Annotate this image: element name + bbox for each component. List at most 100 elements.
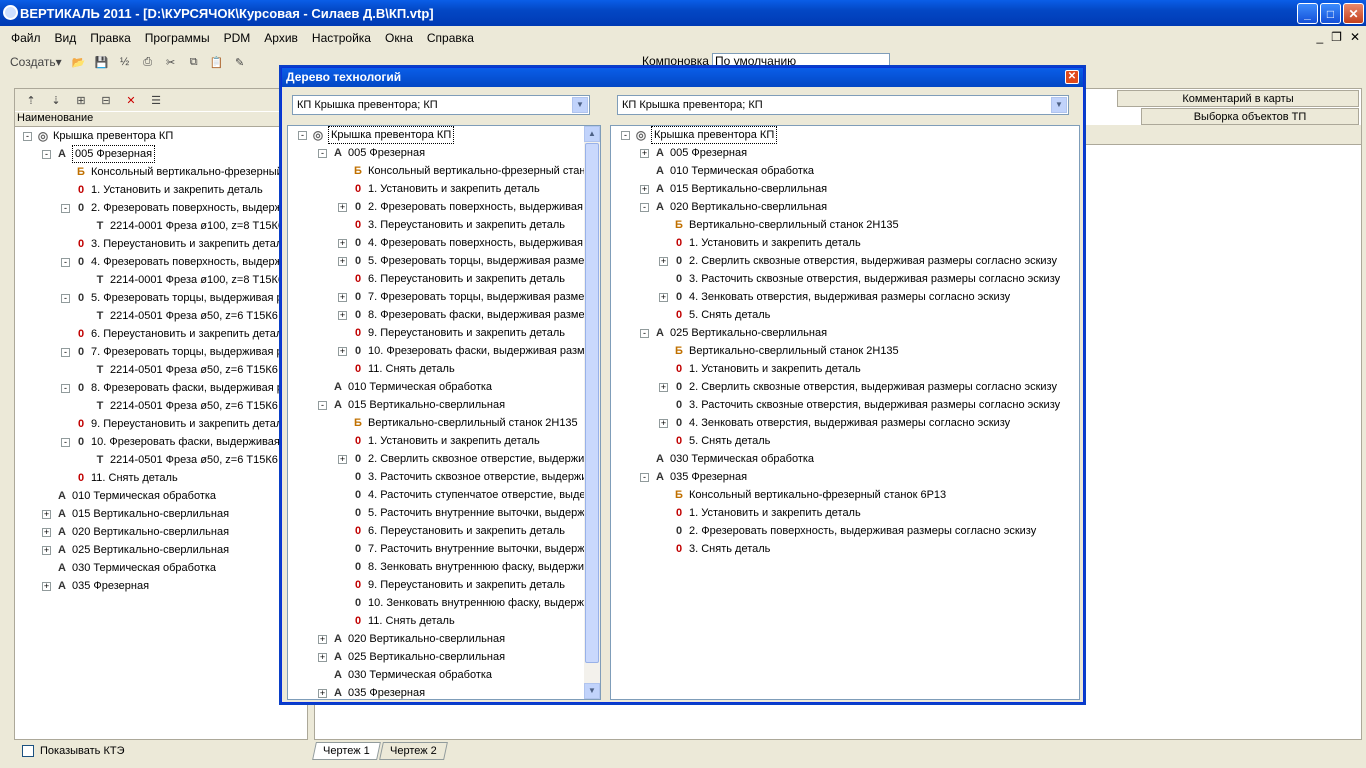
numbering-icon[interactable]: ½ xyxy=(115,53,135,71)
expand-icon[interactable]: + xyxy=(42,528,51,537)
tree-node[interactable]: - ◎ Крышка превентора КП xyxy=(288,126,584,144)
collapse-icon[interactable]: - xyxy=(61,258,70,267)
collapse-icon[interactable]: - xyxy=(61,348,70,357)
chevron-down-icon[interactable]: ▼ xyxy=(572,97,588,113)
tree-node[interactable]: A 030 Термическая обработка xyxy=(15,559,307,577)
collapse-icon[interactable]: - xyxy=(640,203,649,212)
tree-node[interactable]: T 2214-0001 Фреза ø100, z=8 Т15К6 xyxy=(15,217,307,235)
tree-node[interactable]: +0 2. Сверлить сквозное отверстие, выдерж… xyxy=(288,450,584,468)
expand-icon[interactable]: + xyxy=(640,149,649,158)
scroll-thumb[interactable] xyxy=(585,143,599,663)
edit-icon[interactable]: ✎ xyxy=(230,53,250,71)
tree-node[interactable]: 0 3. Расточить сквозные отверстия, выдерж… xyxy=(611,270,1079,288)
show-kte-checkbox[interactable] xyxy=(22,745,34,757)
tree-node[interactable]: 0 10. Зенковать внутреннюю фаску, выдержи… xyxy=(288,594,584,612)
tree-node[interactable]: + A 025 Вертикально-сверлильная xyxy=(15,541,307,559)
tree-node[interactable]: 0 9. Переустановить и закрепить деталь xyxy=(15,415,307,433)
save-icon[interactable]: 💾 xyxy=(92,53,112,71)
tab-selection[interactable]: Выборка объектов ТП xyxy=(1141,108,1359,125)
collapse-icon[interactable]: - xyxy=(318,149,327,158)
tree-node[interactable]: 0 6. Переустановить и закрепить деталь xyxy=(288,522,584,540)
tree-node[interactable]: Б Вертикально-сверлильный станок 2Н135 xyxy=(611,342,1079,360)
collapse-icon[interactable]: - xyxy=(23,132,32,141)
tree-node[interactable]: 0 1. Установить и закрепить деталь xyxy=(15,181,307,199)
tree-node[interactable]: + A 005 Фрезерная xyxy=(611,144,1079,162)
tree-node[interactable]: - A 025 Вертикально-сверлильная xyxy=(611,324,1079,342)
cut-icon[interactable]: ✂ xyxy=(161,53,181,71)
menu-help[interactable]: Справка xyxy=(420,31,481,45)
menu-settings[interactable]: Настройка xyxy=(305,31,378,45)
expand-icon[interactable]: + xyxy=(338,311,347,320)
tree-node[interactable]: 0 2. Фрезеровать поверхность, выдерживая … xyxy=(611,522,1079,540)
collapse-icon[interactable]: - xyxy=(61,438,70,447)
tree-node[interactable]: +0 8. Фрезеровать фаски, выдерживая разме… xyxy=(288,306,584,324)
left-tree-scrollbar[interactable]: ▲ ▼ xyxy=(584,126,600,699)
tree-node[interactable]: +0 2. Фрезеровать поверхность, выдерживая… xyxy=(288,198,584,216)
tree-node[interactable]: +0 4. Зенковать отверстия, выдерживая раз… xyxy=(611,414,1079,432)
open-icon[interactable]: 📂 xyxy=(69,53,89,71)
tree-node[interactable]: T 2214-0501 Фреза ø50, z=6 Т15К6 xyxy=(15,397,307,415)
tree-node[interactable]: T 2214-0501 Фреза ø50, z=6 Т15К6 xyxy=(15,361,307,379)
expand-icon[interactable]: + xyxy=(42,510,51,519)
collapse-icon[interactable]: - xyxy=(621,131,630,140)
collapse-icon[interactable]: - xyxy=(640,473,649,482)
tree-node[interactable]: - A 005 Фрезерная xyxy=(15,145,307,163)
expand-icon[interactable]: + xyxy=(338,347,347,356)
right-process-combo[interactable]: КП Крышка превентора; КП ▼ xyxy=(617,95,1069,115)
tree-node[interactable]: 0 11. Снять деталь xyxy=(15,469,307,487)
expand-icon[interactable]: + xyxy=(659,293,668,302)
tree-node[interactable]: + A 015 Вертикально-сверлильная xyxy=(611,180,1079,198)
menu-file[interactable]: Файл xyxy=(4,31,48,45)
menu-archive[interactable]: Архив xyxy=(257,31,305,45)
mdi-minimize-button[interactable]: _ xyxy=(1316,30,1323,44)
tree-node[interactable]: 0 1. Установить и закрепить деталь xyxy=(288,180,584,198)
tree-node[interactable]: - A 005 Фрезерная xyxy=(288,144,584,162)
move-up-icon[interactable]: ⇡ xyxy=(21,91,41,109)
collapse-icon[interactable]: - xyxy=(298,131,307,140)
dialog-close-button[interactable]: ✕ xyxy=(1065,70,1079,84)
tree-node[interactable]: T 2214-0501 Фреза ø50, z=6 Т15К6 xyxy=(15,451,307,469)
tree-node[interactable]: 0 1. Установить и закрепить деталь xyxy=(611,234,1079,252)
tree-node[interactable]: +0 10. Фрезеровать фаски, выдерживая разм… xyxy=(288,342,584,360)
left-process-combo[interactable]: КП Крышка превентора; КП ▼ xyxy=(292,95,590,115)
tree-node[interactable]: 0 8. Зенковать внутреннюю фаску, выдержив… xyxy=(288,558,584,576)
move-down-icon[interactable]: ⇣ xyxy=(46,91,66,109)
tree-node[interactable]: - ◎ Крышка превентора КП xyxy=(611,126,1079,144)
tree-node[interactable]: 0 5. Снять деталь xyxy=(611,306,1079,324)
tree-node[interactable]: -0 10. Фрезеровать фаски, выдерживая разм… xyxy=(15,433,307,451)
expand-icon[interactable]: + xyxy=(338,203,347,212)
tree-node[interactable]: - ◎ Крышка превентора КП xyxy=(15,127,307,145)
expand-icon[interactable]: + xyxy=(659,419,668,428)
expand-icon[interactable]: + xyxy=(42,582,51,591)
tree-node[interactable]: 0 11. Снять деталь xyxy=(288,360,584,378)
expand-icon[interactable]: + xyxy=(338,455,347,464)
tree-node[interactable]: + A 020 Вертикально-сверлильная xyxy=(15,523,307,541)
tree-node[interactable]: 0 5. Расточить внутренние выточки, выдерж… xyxy=(288,504,584,522)
tree-node[interactable]: Б Вертикально-сверлильный станок 2Н135 xyxy=(611,216,1079,234)
tree-node[interactable]: 0 1. Установить и закрепить деталь xyxy=(611,360,1079,378)
collapse-icon[interactable]: - xyxy=(640,329,649,338)
menu-windows[interactable]: Окна xyxy=(378,31,420,45)
tree-node[interactable]: -0 4. Фрезеровать поверхность, выдерживая… xyxy=(15,253,307,271)
tree-node[interactable]: - A 035 Фрезерная xyxy=(611,468,1079,486)
tree-node[interactable]: 0 3. Снять деталь xyxy=(611,540,1079,558)
tree-node[interactable]: A 010 Термическая обработка xyxy=(288,378,584,396)
expand-icon[interactable]: + xyxy=(659,257,668,266)
tree-node[interactable]: A 030 Термическая обработка xyxy=(288,666,584,684)
tree-node[interactable]: Б Консольный вертикально-фрезерный станок… xyxy=(288,162,584,180)
tab-comment[interactable]: Комментарий в карты xyxy=(1117,90,1359,107)
tree-node[interactable]: T 2214-0001 Фреза ø100, z=8 Т15К6 xyxy=(15,271,307,289)
tree-node[interactable]: 0 3. Переустановить и закрепить деталь xyxy=(15,235,307,253)
tree-node[interactable]: 0 11. Снять деталь xyxy=(288,612,584,630)
tree-node[interactable]: +0 2. Сверлить сквозные отверстия, выдерж… xyxy=(611,378,1079,396)
column-header[interactable]: Наименование xyxy=(15,111,307,127)
tree-node[interactable]: 0 5. Снять деталь xyxy=(611,432,1079,450)
scroll-down-icon[interactable]: ▼ xyxy=(584,683,600,699)
expand-icon[interactable]: + xyxy=(318,689,327,698)
collapse-icon[interactable]: - xyxy=(61,384,70,393)
tree-node[interactable]: A 010 Термическая обработка xyxy=(611,162,1079,180)
mdi-restore-button[interactable]: ❐ xyxy=(1331,30,1342,44)
expand-icon[interactable]: + xyxy=(640,185,649,194)
tree-node[interactable]: 0 6. Переустановить и закрепить деталь xyxy=(288,270,584,288)
tree-node[interactable]: + A 015 Вертикально-сверлильная xyxy=(15,505,307,523)
